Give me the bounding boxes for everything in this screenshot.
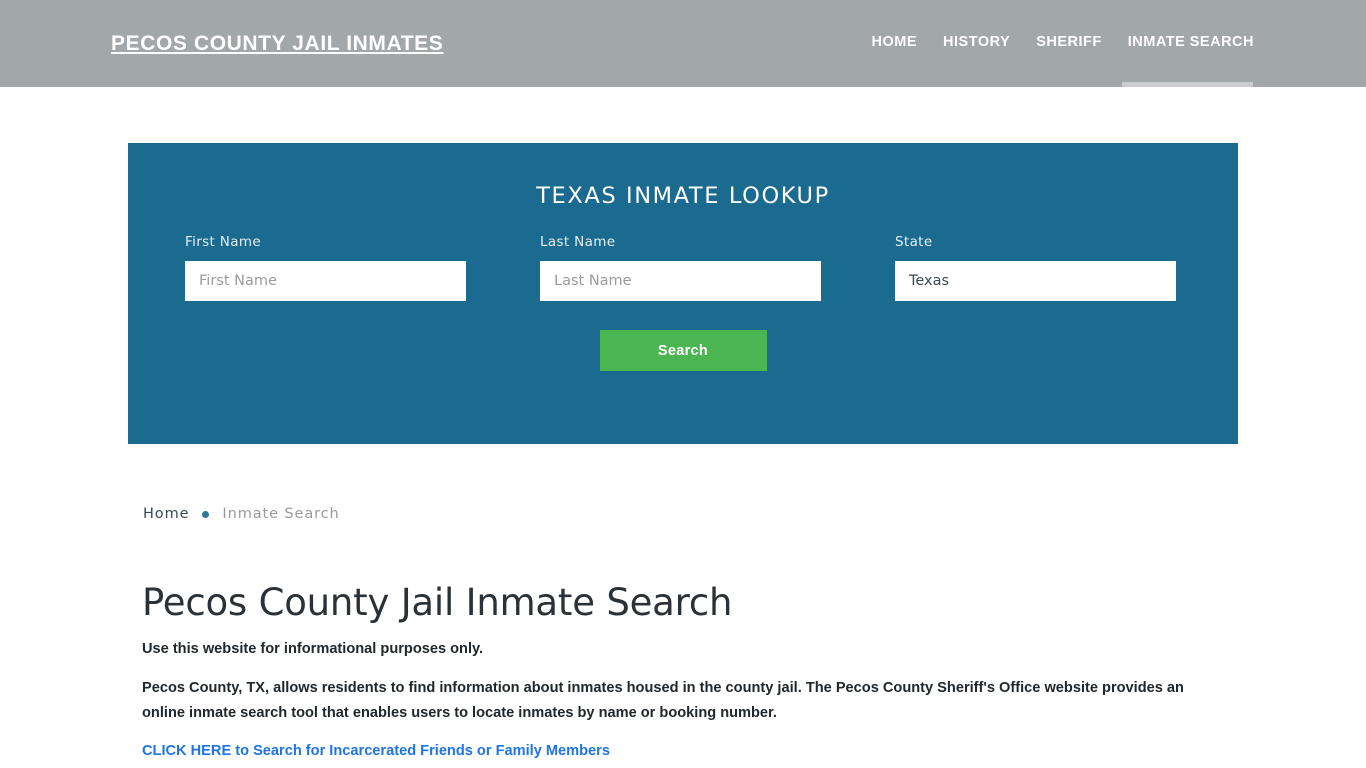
- lookup-fields-row: First Name Last Name State Texas: [128, 234, 1238, 301]
- breadcrumb: Home Inmate Search: [143, 506, 340, 522]
- active-nav-indicator: [1122, 82, 1253, 87]
- last-name-field-group: Last Name: [540, 234, 821, 301]
- state-field-group: State Texas: [895, 234, 1176, 301]
- nav-item-inmate-search[interactable]: INMATE SEARCH: [1128, 32, 1254, 52]
- state-select[interactable]: Texas: [895, 261, 1176, 301]
- search-button[interactable]: Search: [599, 330, 767, 371]
- nav-item-home[interactable]: HOME: [872, 32, 918, 52]
- last-name-input[interactable]: [540, 261, 821, 301]
- cta-search-link[interactable]: CLICK HERE to Search for Incarcerated Fr…: [142, 741, 610, 762]
- breadcrumb-item-current: Inmate Search: [222, 506, 340, 522]
- breadcrumb-item-home[interactable]: Home: [143, 506, 189, 522]
- page-title: Pecos County Jail Inmate Search: [142, 581, 733, 624]
- breadcrumb-separator-dot-icon: [202, 510, 210, 518]
- nav-item-history[interactable]: HISTORY: [943, 32, 1010, 52]
- inmate-lookup-panel: TEXAS INMATE LOOKUP First Name Last Name…: [128, 143, 1238, 444]
- description-paragraph: Pecos County, TX, allows residents to fi…: [142, 680, 1184, 721]
- nav-item-sheriff[interactable]: SHERIFF: [1036, 32, 1102, 52]
- first-name-input[interactable]: [185, 261, 466, 301]
- search-button-wrapper: Search: [128, 330, 1238, 371]
- site-header: PECOS COUNTY JAIL INMATES HOME HISTORY S…: [0, 0, 1366, 87]
- site-brand-logo[interactable]: PECOS COUNTY JAIL INMATES: [111, 31, 443, 56]
- lookup-panel-title: TEXAS INMATE LOOKUP: [536, 183, 830, 209]
- first-name-field-group: First Name: [185, 234, 466, 301]
- main-navigation: HOME HISTORY SHERIFF INMATE SEARCH: [872, 32, 1254, 52]
- state-label: State: [895, 234, 933, 250]
- last-name-label: Last Name: [540, 234, 616, 250]
- intro-paragraph: Use this website for informational purpo…: [142, 641, 484, 657]
- first-name-label: First Name: [185, 234, 262, 250]
